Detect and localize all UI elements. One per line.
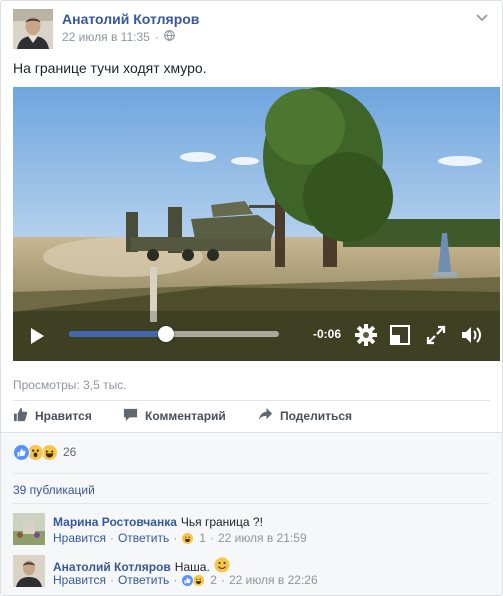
thumbs-up-icon <box>13 407 28 425</box>
dot-separator: · <box>173 573 178 587</box>
post-card: Анатолий Котляров 22 июля в 11:35 · На г… <box>0 0 503 596</box>
divider <box>13 503 490 504</box>
post-text: На границе тучи ходят хмуро. <box>13 60 207 76</box>
share-label: Поделиться <box>280 409 353 423</box>
comment-time[interactable]: 22 июля в 22:26 <box>229 573 318 587</box>
post-menu-chevron-icon[interactable] <box>476 11 488 25</box>
dot-separator: · <box>109 531 114 545</box>
comment-label: Комментарий <box>145 409 226 423</box>
comment-text: Наша. <box>174 559 210 574</box>
video-progress-knob[interactable] <box>157 326 174 342</box>
video-progress-bar[interactable] <box>69 326 279 342</box>
comment-like-link[interactable]: Нравится <box>53 573 106 587</box>
commenter-avatar[interactable] <box>13 513 45 545</box>
comment-like-link[interactable]: Нравится <box>53 531 106 545</box>
share-button[interactable]: Поделиться <box>258 405 352 427</box>
comment-reaction-count: 2 <box>210 573 217 587</box>
comment-author[interactable]: Марина Ростовчанка <box>53 515 177 529</box>
comment-time[interactable]: 22 июля в 21:59 <box>218 531 307 545</box>
comment-item: Анатолий Котляров Наша. Нравится · Ответ… <box>13 555 493 589</box>
like-button[interactable]: Нравится <box>13 405 92 427</box>
view-count: Просмотры: 3,5 тыс. <box>13 378 127 392</box>
like-reaction-icon <box>181 573 195 587</box>
comment-reactions[interactable] <box>181 531 195 545</box>
comment-reaction-count: 1 <box>199 531 206 545</box>
reaction-count[interactable]: 26 <box>63 445 76 459</box>
meta-separator: · <box>154 30 159 44</box>
post-header: Анатолий Котляров 22 июля в 11:35 · <box>13 9 490 49</box>
comment-reply-link[interactable]: Ответить <box>118 573 169 587</box>
reaction-summary[interactable]: 26 <box>13 443 76 461</box>
social-section: 26 39 публикаций Марина Ростовчанка Чья … <box>1 433 502 595</box>
haha-reaction-icon <box>181 531 195 545</box>
volume-icon[interactable] <box>461 324 485 346</box>
haha-reaction-icon <box>192 573 206 587</box>
dot-separator: · <box>220 573 225 587</box>
dot-separator: · <box>109 573 114 587</box>
fullscreen-icon[interactable] <box>426 324 446 346</box>
commenter-avatar[interactable] <box>13 555 45 587</box>
publications-link[interactable]: 39 публикаций <box>13 483 95 497</box>
dot-separator: · <box>209 531 214 545</box>
comment-reply-link[interactable]: Ответить <box>118 531 169 545</box>
globe-icon <box>163 30 175 44</box>
post-meta: 22 июля в 11:35 · <box>62 30 175 44</box>
video-player[interactable]: -0:06 <box>13 87 500 361</box>
picture-in-picture-icon[interactable] <box>390 324 410 346</box>
divider <box>13 400 490 401</box>
dot-separator: · <box>173 531 178 545</box>
settings-icon[interactable] <box>355 324 377 346</box>
comment-actions: Нравится · Ответить · 2 · 22 июля в 22:2… <box>53 573 318 587</box>
comment-icon <box>123 407 138 425</box>
post-actions: Нравится Комментарий Поделиться <box>13 405 493 427</box>
post-timestamp[interactable]: 22 июля в 11:35 <box>62 30 150 44</box>
video-time-remaining: -0:06 <box>313 327 342 341</box>
like-reaction-icon <box>13 443 30 461</box>
comment-reactions[interactable] <box>181 573 206 587</box>
video-frame <box>13 87 500 361</box>
comment-item: Марина Ростовчанка Чья граница ?! Нравит… <box>13 513 493 547</box>
author-name[interactable]: Анатолий Котляров <box>62 11 199 27</box>
comment-author[interactable]: Анатолий Котляров <box>53 560 171 574</box>
comment-text: Чья граница ?! <box>180 515 263 529</box>
video-progress-fill <box>69 331 166 337</box>
author-avatar[interactable] <box>13 9 53 49</box>
comment-actions: Нравится · Ответить · 1 · 22 июля в 21:5… <box>53 531 307 545</box>
divider <box>13 473 490 474</box>
share-arrow-icon <box>258 407 273 425</box>
comment-button[interactable]: Комментарий <box>123 405 226 427</box>
comment-body: Марина Ростовчанка Чья граница ?! <box>53 515 263 529</box>
like-label: Нравится <box>35 409 92 423</box>
play-icon[interactable] <box>29 325 45 347</box>
